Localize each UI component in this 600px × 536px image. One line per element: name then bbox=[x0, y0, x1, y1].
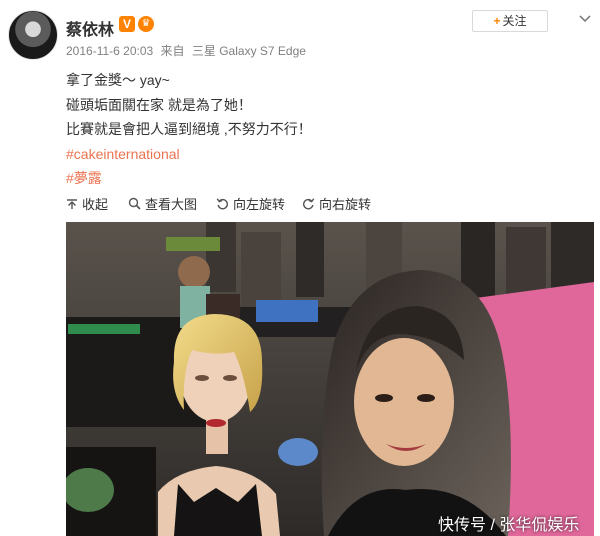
hashtag-link[interactable]: #夢露 bbox=[66, 166, 312, 191]
follow-label: 关注 bbox=[502, 14, 527, 28]
post-date[interactable]: 2016-11-6 20:03 bbox=[66, 44, 153, 58]
content-line: 碰頭垢面關在家 就是為了她！ bbox=[66, 96, 252, 113]
source-prefix: 来自 bbox=[160, 44, 185, 58]
post-photo[interactable] bbox=[66, 222, 594, 536]
username[interactable]: 蔡依林 bbox=[66, 16, 114, 40]
view-large-button[interactable]: 查看大图 bbox=[128, 194, 197, 213]
weibo-post: 蔡依林 V ♛ 2016-11-6 20:03 来自 三星 Galaxy S7 … bbox=[0, 0, 600, 190]
source-device[interactable]: 三星 Galaxy S7 Edge bbox=[192, 44, 306, 58]
plus-icon: + bbox=[493, 14, 501, 28]
hashtag-link[interactable]: #cakeinternational bbox=[66, 142, 312, 167]
image-toolbar: 收起 查看大图 向左旋转 向右旋转 bbox=[0, 190, 600, 218]
avatar[interactable] bbox=[8, 10, 58, 60]
verified-v-icon: V bbox=[119, 16, 135, 32]
rotate-right-icon bbox=[303, 198, 315, 210]
chevron-down-icon[interactable] bbox=[578, 12, 592, 26]
collapse-button[interactable]: 收起 bbox=[66, 194, 108, 213]
follow-button[interactable]: + 关注 bbox=[472, 10, 548, 32]
content-line: 比賽就是會把人逼到絕境 ,不努力不行！ bbox=[66, 121, 312, 138]
post-meta: 2016-11-6 20:03 来自 三星 Galaxy S7 Edge bbox=[66, 42, 310, 59]
view-large-label: 查看大图 bbox=[145, 197, 198, 212]
watermark: 快传号 / 张华侃娱乐 bbox=[438, 517, 580, 534]
rotate-right-button[interactable]: 向右旋转 bbox=[302, 194, 371, 213]
content-line: 拿了金獎～ yay~ bbox=[66, 72, 170, 88]
collapse-icon bbox=[67, 198, 77, 209]
vip-crown-icon: ♛ bbox=[138, 16, 154, 32]
collapse-label: 收起 bbox=[82, 197, 109, 212]
post-content: 拿了金獎～ yay~ 碰頭垢面關在家 就是為了她！ 比賽就是會把人逼到絕境 ,不… bbox=[66, 68, 312, 191]
rotate-left-button[interactable]: 向左旋转 bbox=[216, 194, 285, 213]
magnifier-icon bbox=[128, 197, 141, 210]
rotate-right-label: 向右旋转 bbox=[319, 197, 372, 212]
rotate-left-label: 向左旋转 bbox=[233, 197, 286, 212]
rotate-left-icon bbox=[216, 198, 228, 210]
